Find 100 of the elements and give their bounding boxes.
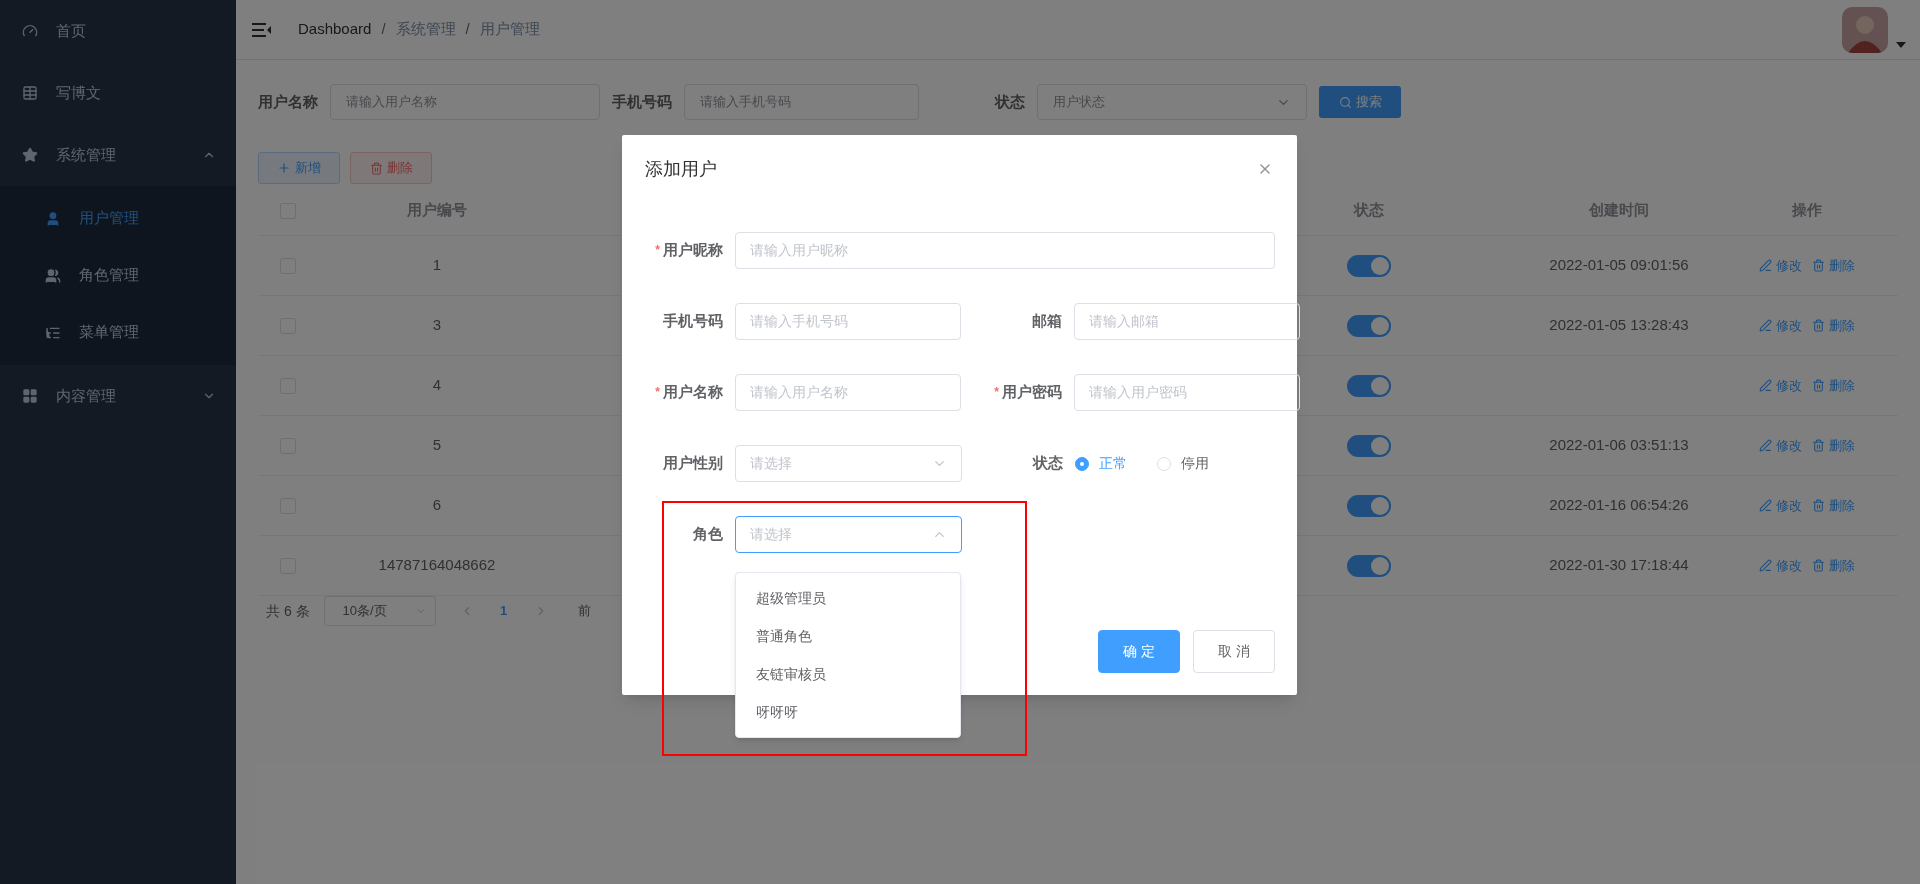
trash-icon bbox=[1812, 559, 1825, 572]
menu-icon bbox=[22, 147, 38, 163]
field-label: 用户性别 bbox=[663, 453, 723, 474]
breadcrumb-item[interactable]: Dashboard bbox=[298, 18, 372, 41]
required-mark: * bbox=[655, 242, 660, 260]
breadcrumb-item: 用户管理 bbox=[479, 19, 540, 40]
add-button[interactable]: 新增 bbox=[258, 152, 340, 184]
table-cell-text: 2022-01-05 13:28:43 bbox=[1549, 315, 1689, 336]
delete-link[interactable]: 删除 bbox=[1812, 495, 1855, 516]
field-label: 用户名称 bbox=[663, 382, 723, 403]
delete-link[interactable]: 删除 bbox=[1812, 255, 1855, 276]
field-label: 状态 bbox=[1033, 453, 1063, 474]
pencil-icon bbox=[1759, 559, 1772, 572]
delete-link[interactable]: 删除 bbox=[1812, 435, 1855, 456]
delete-link[interactable]: 删除 bbox=[1812, 315, 1855, 336]
sidebar-subitem[interactable]: 用户管理 bbox=[0, 190, 236, 247]
breadcrumb-separator: / bbox=[381, 19, 386, 40]
input-field[interactable]: 请输入用户昵称 bbox=[735, 232, 1275, 269]
pencil-icon bbox=[1759, 259, 1772, 272]
filter-label: 手机号码 bbox=[612, 91, 672, 112]
trash-icon bbox=[1812, 259, 1825, 272]
edit-link[interactable]: 修改 bbox=[1759, 495, 1802, 516]
trash-icon bbox=[1812, 379, 1825, 392]
dropdown-option[interactable]: 普通角色 bbox=[736, 617, 960, 655]
menu-icon bbox=[22, 85, 38, 101]
page-size-select[interactable]: 10条/页 bbox=[323, 596, 436, 626]
sidebar-item[interactable]: 写博文 bbox=[0, 62, 236, 124]
caret-icon[interactable] bbox=[1896, 41, 1906, 48]
status-switch[interactable] bbox=[1347, 494, 1391, 517]
status-switch[interactable] bbox=[1347, 254, 1391, 277]
input-field[interactable]: 请输入用户名称 bbox=[735, 374, 961, 411]
dropdown-option[interactable]: 友链审核员 bbox=[736, 655, 960, 693]
required-mark: * bbox=[994, 384, 999, 402]
menu-icon bbox=[22, 23, 38, 39]
delete-link[interactable]: 删除 bbox=[1812, 555, 1855, 576]
table-cell-text: 2022-01-05 09:01:56 bbox=[1549, 255, 1689, 276]
field-label: 手机号码 bbox=[663, 311, 723, 332]
table-cell-text: 1 bbox=[432, 255, 442, 276]
plus-icon bbox=[277, 161, 291, 175]
status-switch[interactable] bbox=[1347, 554, 1391, 577]
edit-link[interactable]: 修改 bbox=[1759, 435, 1802, 456]
status-switch[interactable] bbox=[1347, 314, 1391, 337]
total-count: 共 6 条 bbox=[266, 601, 310, 621]
dialog-title: 添加用户 bbox=[645, 157, 717, 181]
radio-label[interactable]: 正常 bbox=[1099, 453, 1127, 474]
breadcrumb-item: 系统管理 bbox=[395, 19, 456, 40]
trash-icon bbox=[1812, 439, 1825, 452]
required-mark: * bbox=[655, 384, 660, 402]
sidebar-item[interactable]: 首页 bbox=[0, 0, 236, 62]
delete-button[interactable]: 删除 bbox=[350, 152, 432, 184]
edit-link[interactable]: 修改 bbox=[1759, 375, 1802, 396]
menu-fold-icon[interactable] bbox=[252, 21, 272, 38]
search-button[interactable]: 搜索 bbox=[1319, 86, 1401, 118]
sidebar-item[interactable]: 系统管理 bbox=[0, 124, 236, 186]
pencil-icon bbox=[1759, 319, 1772, 332]
jump-label: 前 bbox=[577, 602, 591, 621]
input-field[interactable]: 请输入用户密码 bbox=[1074, 374, 1300, 411]
breadcrumb-separator: / bbox=[465, 19, 470, 40]
table-cell-text: 2022-01-16 06:54:26 bbox=[1549, 495, 1689, 516]
edit-link[interactable]: 修改 bbox=[1759, 255, 1802, 276]
table-cell-text: 4 bbox=[432, 375, 442, 396]
table-cell-text: 5 bbox=[432, 435, 442, 456]
delete-link[interactable]: 删除 bbox=[1812, 375, 1855, 396]
status-switch[interactable] bbox=[1347, 374, 1391, 397]
page-number[interactable]: 1 bbox=[493, 601, 514, 621]
radio-button[interactable] bbox=[1075, 456, 1089, 471]
confirm-button[interactable]: 确 定 bbox=[1098, 630, 1180, 673]
status-switch[interactable] bbox=[1347, 434, 1391, 457]
dropdown-option[interactable]: 呀呀呀 bbox=[736, 693, 960, 731]
table-cell-text: 2022-01-30 17:18:44 bbox=[1549, 555, 1689, 576]
radio-label[interactable]: 停用 bbox=[1181, 453, 1209, 474]
trash-icon bbox=[1812, 499, 1825, 512]
menu-icon bbox=[45, 210, 61, 227]
edit-link[interactable]: 修改 bbox=[1759, 315, 1802, 336]
select-field[interactable]: 请选择 bbox=[735, 445, 962, 482]
sidebar-subitem[interactable]: 菜单管理 bbox=[0, 304, 236, 361]
search-icon bbox=[1338, 95, 1352, 109]
sidebar-subitem[interactable]: 角色管理 bbox=[0, 247, 236, 304]
dropdown-option[interactable]: 超级管理员 bbox=[736, 579, 960, 617]
field-label: 用户昵称 bbox=[663, 240, 723, 261]
filter-label: 用户名称 bbox=[258, 91, 318, 112]
trash-icon bbox=[1812, 319, 1825, 332]
input-field[interactable]: 请输入手机号码 bbox=[735, 303, 961, 340]
pencil-icon bbox=[1759, 379, 1772, 392]
table-cell-text: 3 bbox=[432, 315, 442, 336]
field-label: 用户密码 bbox=[1002, 382, 1062, 403]
sidebar-item[interactable]: 内容管理 bbox=[0, 365, 236, 427]
menu-icon bbox=[45, 267, 61, 284]
table-cell-text: 6 bbox=[432, 495, 442, 516]
filter-label: 状态 bbox=[995, 91, 1025, 112]
pencil-icon bbox=[1759, 439, 1772, 452]
field-label: 邮箱 bbox=[1032, 311, 1062, 332]
menu-icon bbox=[22, 388, 38, 404]
table-cell-text: 2022-01-06 03:51:13 bbox=[1549, 435, 1689, 456]
select-field[interactable]: 请选择 bbox=[735, 516, 962, 553]
avatar[interactable] bbox=[1842, 6, 1888, 53]
input-field[interactable]: 请输入邮箱 bbox=[1074, 303, 1300, 340]
cancel-button[interactable]: 取 消 bbox=[1193, 630, 1275, 673]
edit-link[interactable]: 修改 bbox=[1759, 555, 1802, 576]
field-label: 角色 bbox=[693, 524, 723, 545]
